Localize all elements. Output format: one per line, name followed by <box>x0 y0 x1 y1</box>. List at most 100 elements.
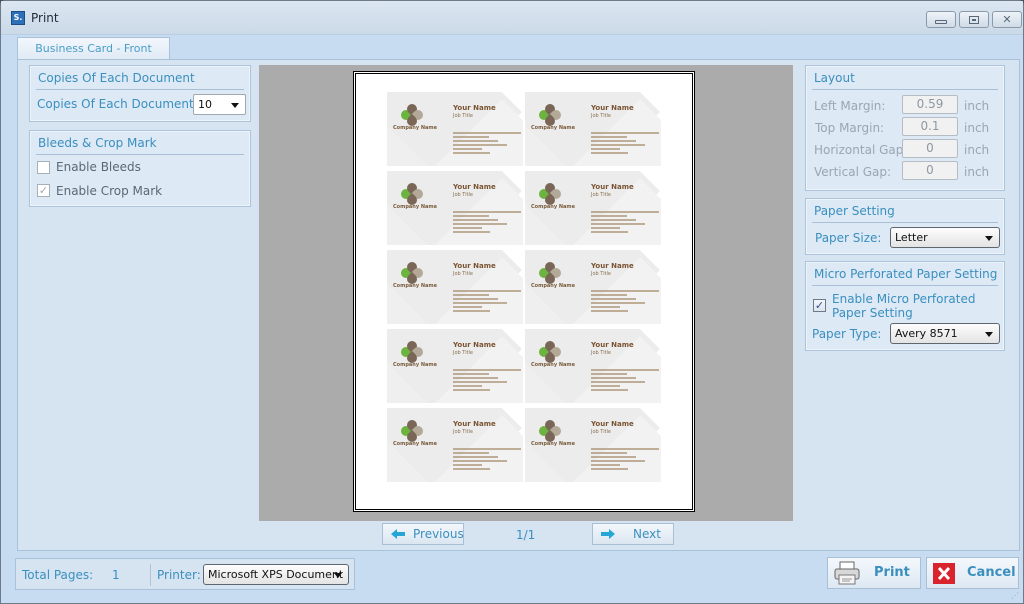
top-margin-unit: inch <box>964 121 990 135</box>
card-address-line <box>453 298 498 300</box>
card-address-line <box>453 215 490 217</box>
resize-grip[interactable]: ⋰ <box>1011 591 1019 600</box>
card-address-line <box>591 460 645 462</box>
top-margin-label: Top Margin: <box>815 121 885 135</box>
horizontal-gap-input[interactable]: 0 <box>902 139 958 158</box>
cancel-button[interactable]: Cancel <box>926 557 1019 589</box>
vertical-gap-input[interactable]: 0 <box>902 161 958 180</box>
enable-bleeds-checkbox[interactable] <box>37 161 50 174</box>
enable-bleeds-label: Enable Bleeds <box>56 160 141 174</box>
card-address-line <box>591 140 636 142</box>
business-card-preview: Company Name Your Name Job Title <box>525 408 661 482</box>
card-address-line <box>453 464 482 466</box>
paper-setting-group: Paper Setting Paper Size: Letter <box>805 198 1005 255</box>
previous-button[interactable]: Previous <box>382 523 464 545</box>
card-company-name: Company Name <box>393 283 437 289</box>
enable-micro-perforated-checkbox[interactable]: ✓ <box>813 299 826 312</box>
enable-crop-mark-checkbox[interactable]: ✓ <box>37 184 50 197</box>
card-address-line <box>591 373 628 375</box>
card-company-name: Company Name <box>393 441 437 447</box>
checkmark-icon: ✓ <box>38 184 49 197</box>
card-address-line <box>591 227 620 229</box>
card-address-line <box>591 381 645 383</box>
card-address-line <box>453 223 507 225</box>
business-card-preview: Company Name Your Name Job Title <box>387 250 523 324</box>
copies-select[interactable]: 10 <box>193 94 246 115</box>
card-job-title: Job Title <box>591 429 612 435</box>
card-address-block <box>453 448 521 472</box>
copies-value: 10 <box>198 98 212 111</box>
close-x-icon <box>933 563 955 584</box>
card-job-title: Job Title <box>453 192 474 198</box>
card-name: Your Name <box>591 104 634 112</box>
card-address-line <box>591 152 629 154</box>
card-address-line <box>591 310 629 312</box>
preview-page: Company Name Your Name Job Title Company Na… <box>355 73 693 510</box>
paper-type-label: Paper Type: <box>812 327 882 341</box>
micro-perforated-group: Micro Perforated Paper Setting ✓ Enable … <box>805 261 1005 351</box>
top-margin-input[interactable]: 0.1 <box>902 117 958 136</box>
card-address-block <box>453 290 521 314</box>
copies-label: Copies Of Each Document: <box>37 97 198 111</box>
card-address-line <box>591 211 659 213</box>
horizontal-gap-unit: inch <box>964 143 990 157</box>
minimize-button[interactable] <box>926 11 956 28</box>
paper-type-value: Avery 8571 <box>895 327 958 340</box>
company-logo-icon <box>536 338 564 366</box>
divider <box>812 222 998 223</box>
print-button[interactable]: Print <box>827 557 921 589</box>
card-address-line <box>591 215 628 217</box>
card-address-line <box>591 452 628 454</box>
card-address-line <box>453 373 490 375</box>
card-name: Your Name <box>591 262 634 270</box>
company-logo-icon <box>536 180 564 208</box>
card-address-line <box>591 219 636 221</box>
enable-micro-perforated-label: Enable Micro Perforated Paper Setting <box>832 292 975 320</box>
left-margin-input[interactable]: 0.59 <box>902 95 958 114</box>
card-address-line <box>453 310 491 312</box>
card-address-line <box>453 152 491 154</box>
divider <box>150 564 151 586</box>
divider <box>36 154 244 155</box>
print-label: Print <box>874 565 910 580</box>
card-name: Your Name <box>591 183 634 191</box>
card-address-block <box>453 369 521 393</box>
card-address-line <box>591 290 659 292</box>
paper-size-select[interactable]: Letter <box>890 227 1000 248</box>
business-card-preview: Company Name Your Name Job Title <box>525 171 661 245</box>
card-job-title: Job Title <box>591 271 612 277</box>
business-card-preview: Company Name Your Name Job Title <box>387 171 523 245</box>
company-logo-icon <box>536 259 564 287</box>
card-name: Your Name <box>453 420 496 428</box>
chevron-down-icon <box>231 103 239 108</box>
company-logo-icon <box>398 180 426 208</box>
card-address-block <box>591 369 659 393</box>
next-label: Next <box>633 527 661 541</box>
chevron-down-icon <box>985 332 993 337</box>
paper-type-select[interactable]: Avery 8571 <box>890 323 1000 344</box>
micro-perforated-title: Micro Perforated Paper Setting <box>814 267 998 281</box>
bleeds-group-title: Bleeds & Crop Mark <box>38 136 157 150</box>
paper-size-value: Letter <box>895 231 928 244</box>
cancel-label: Cancel <box>967 565 1016 580</box>
card-address-line <box>453 369 521 371</box>
card-address-line <box>453 148 482 150</box>
card-address-line <box>453 136 490 138</box>
card-name: Your Name <box>591 341 634 349</box>
card-company-name: Company Name <box>531 362 575 368</box>
card-company-name: Company Name <box>531 441 575 447</box>
title-bar[interactable]: S. Print ✕ <box>1 1 1023 35</box>
next-button[interactable]: Next <box>592 523 674 545</box>
card-address-line <box>591 385 620 387</box>
printer-select[interactable]: Microsoft XPS Document <box>203 564 349 585</box>
card-address-block <box>591 132 659 156</box>
card-name: Your Name <box>453 262 496 270</box>
maximize-button[interactable] <box>959 11 989 28</box>
tab-business-card-front[interactable]: Business Card - Front <box>17 37 170 60</box>
company-logo-icon <box>398 259 426 287</box>
close-button[interactable]: ✕ <box>992 11 1022 28</box>
card-address-block <box>591 290 659 314</box>
minimize-icon <box>935 19 947 24</box>
card-address-block <box>453 132 521 156</box>
company-logo-icon <box>398 101 426 129</box>
